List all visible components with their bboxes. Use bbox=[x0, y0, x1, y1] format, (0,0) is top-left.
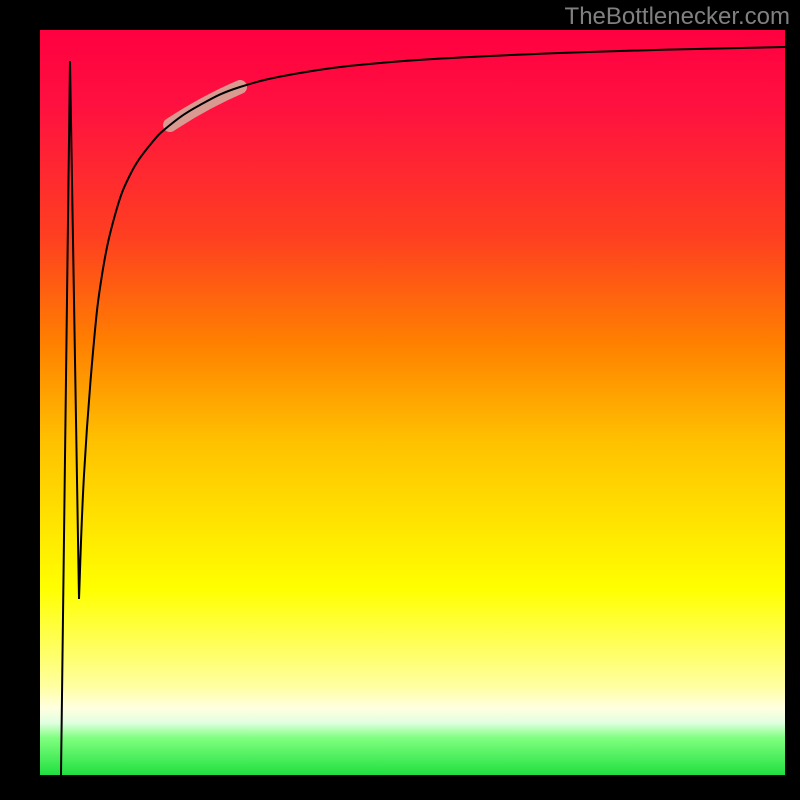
curve-highlight-segment bbox=[170, 87, 240, 125]
plot-svg bbox=[40, 30, 785, 775]
credit-label: TheBottlenecker.com bbox=[565, 3, 790, 31]
chart-stage: TheBottlenecker.com bbox=[0, 0, 800, 800]
plot-area bbox=[40, 30, 785, 775]
performance-curve bbox=[61, 47, 785, 775]
